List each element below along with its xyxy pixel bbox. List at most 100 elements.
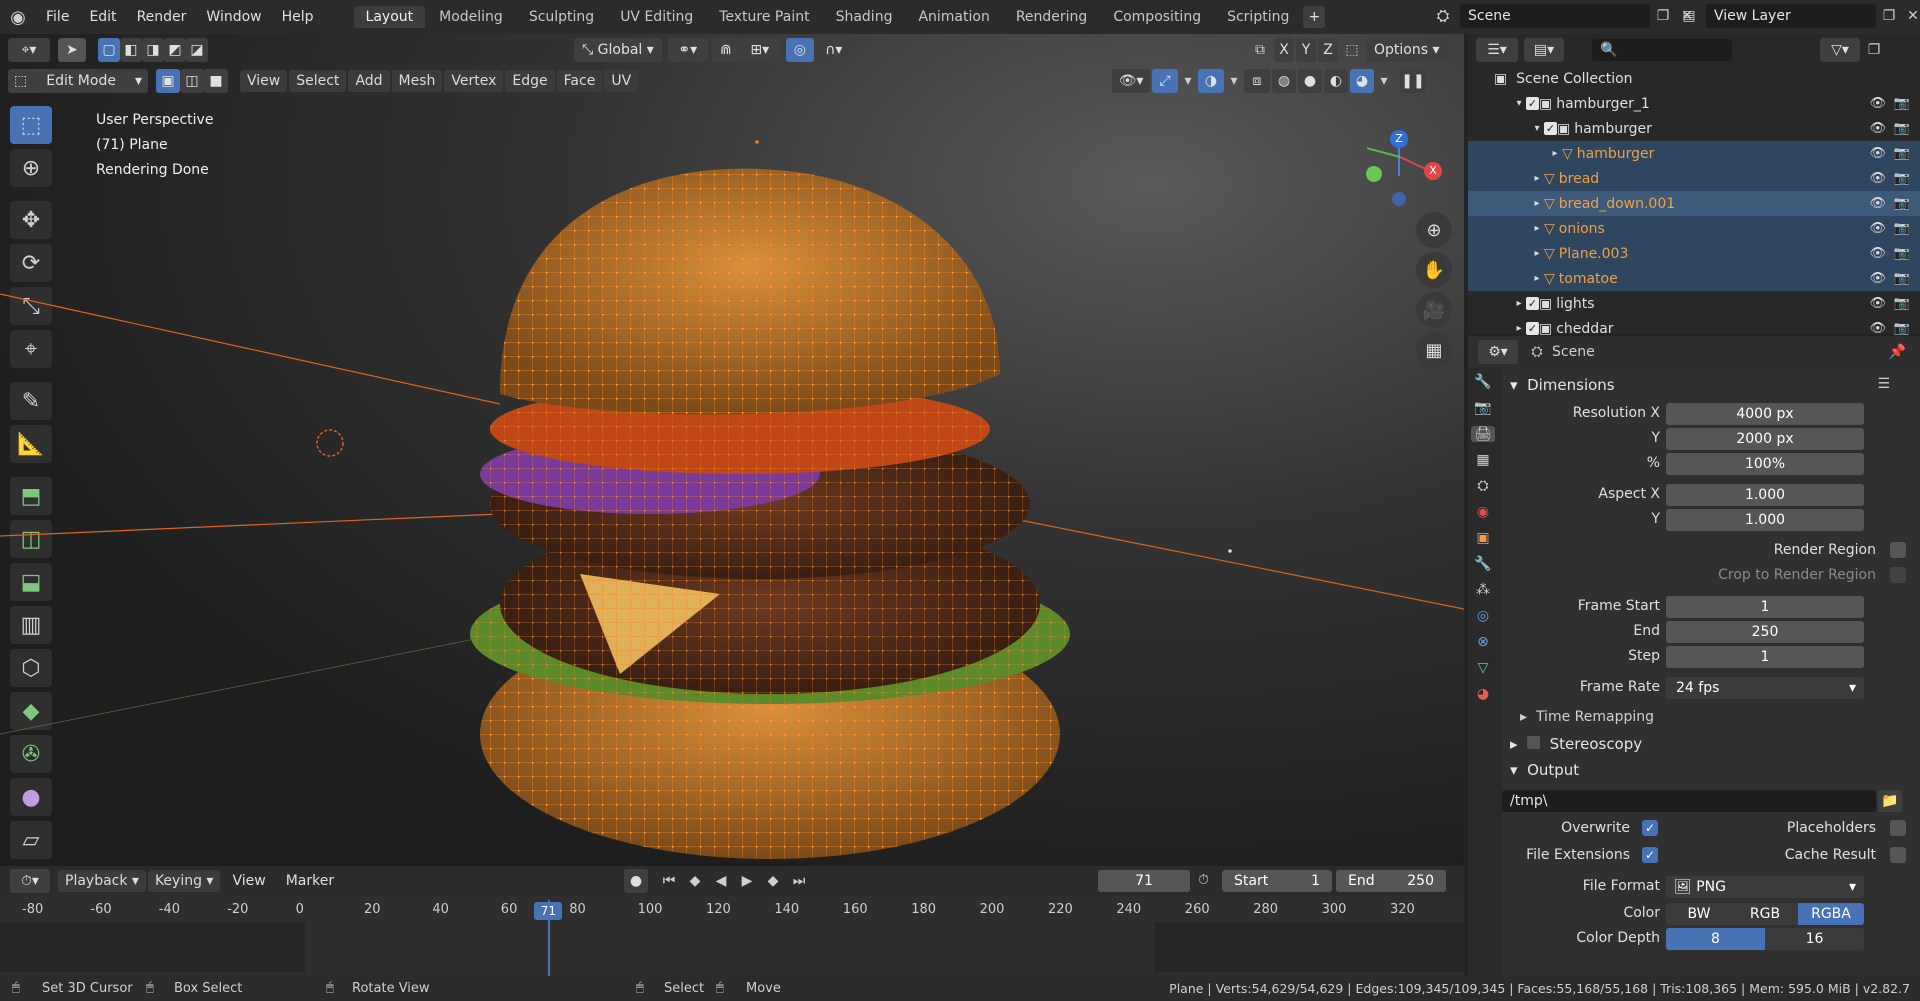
exclude-checkbox[interactable]: ✓ [1544, 122, 1557, 135]
file-extensions-checkbox[interactable]: ✓ [1642, 847, 1658, 863]
outliner-item[interactable]: ▸ ▽ onions 👁 📷 [1468, 216, 1920, 241]
new-collection-icon[interactable]: ❐ [1860, 42, 1888, 58]
render-camera-icon[interactable]: 📷 [1894, 271, 1910, 286]
output-tab-icon[interactable]: 🖨 [1471, 426, 1495, 442]
menu-window[interactable]: Window [196, 9, 271, 25]
play-icon[interactable]: ▶ [736, 873, 758, 889]
color-rgb-button[interactable]: RGB [1732, 903, 1798, 925]
constraints-tab-icon[interactable]: ⊗ [1477, 634, 1489, 650]
aspect-y-field[interactable]: 1.000 [1666, 509, 1864, 531]
outliner-item[interactable]: ▸ ▽ tomatoe 👁 📷 [1468, 266, 1920, 291]
playhead-frame-label[interactable]: 71 [534, 902, 563, 920]
render-camera-icon[interactable]: 📷 [1894, 196, 1910, 211]
tab-compositing[interactable]: Compositing [1101, 6, 1213, 28]
end-frame-field[interactable]: End 250 [1336, 870, 1446, 892]
jump-start-icon[interactable]: ⏮ [658, 873, 680, 889]
tab-shading[interactable]: Shading [824, 6, 905, 28]
output-path-input[interactable]: /tmp\ [1502, 790, 1876, 812]
tool-tab-icon[interactable]: 🔧 [1474, 374, 1491, 390]
keying-menu[interactable]: Keying ▾ [147, 870, 221, 892]
outliner-item[interactable]: ▸ ✓ ▣ lights 👁 📷 [1468, 291, 1920, 316]
delete-view-layer-icon[interactable]: ✕ [1902, 8, 1920, 24]
dimensions-header[interactable]: ▾ Dimensions [1510, 376, 1615, 394]
tab-scripting[interactable]: Scripting [1215, 6, 1301, 28]
stereoscopy-checkbox[interactable] [1527, 736, 1541, 749]
tab-rendering[interactable]: Rendering [1004, 6, 1100, 28]
record-icon[interactable]: ● [624, 869, 648, 893]
filter-icon[interactable]: ▽▾ [1820, 38, 1860, 62]
tab-animation[interactable]: Animation [906, 6, 1001, 28]
render-camera-icon[interactable]: 📷 [1894, 96, 1910, 111]
timeline-editor[interactable]: ⏱▾ Playback ▾ Keying ▾ View Marker ● ⏮ ◆… [0, 866, 1464, 976]
outliner-item[interactable]: ▸ ▽ bread_down.001 👁 📷 [1468, 191, 1920, 216]
outliner-search-input[interactable]: 🔍 [1592, 39, 1732, 61]
visibility-eye-icon[interactable]: 👁 [1869, 271, 1886, 286]
outliner-item[interactable]: ▸ ▽ Plane.003 👁 📷 [1468, 241, 1920, 266]
folder-icon[interactable]: 📁 [1878, 790, 1902, 812]
render-region-checkbox[interactable] [1890, 542, 1906, 558]
aspect-x-field[interactable]: 1.000 [1666, 484, 1864, 506]
file-format-dropdown[interactable]: 🖼 PNG ▾ [1666, 876, 1864, 898]
stereoscopy-header[interactable]: ▸ Stereoscopy [1510, 735, 1642, 753]
timeline-editor-type-icon[interactable]: ⏱▾ [10, 869, 50, 893]
color-bw-button[interactable]: BW [1666, 903, 1732, 925]
prev-keyframe-icon[interactable]: ◆ [684, 873, 706, 889]
visibility-eye-icon[interactable]: 👁 [1869, 121, 1886, 136]
scene-tab-icon[interactable]: ⛭ [1477, 478, 1488, 494]
display-mode-icon[interactable]: ▤▾ [1524, 38, 1564, 62]
expand-arrow-icon[interactable]: ▸ [1512, 323, 1526, 334]
render-camera-icon[interactable]: 📷 [1894, 121, 1910, 136]
timeline-ruler[interactable]: -80 -60 -40 -20 0 20 40 60 80 100 120 140 160 180 200 2… [0, 900, 1464, 922]
play-reverse-icon[interactable]: ◀ [710, 873, 732, 889]
tab-uv-editing[interactable]: UV Editing [608, 6, 705, 28]
jump-end-icon[interactable]: ⏭ [788, 873, 810, 889]
disclosure-icon[interactable]: ▸ [1548, 148, 1562, 159]
modifier-tab-icon[interactable]: 🔧 [1474, 556, 1491, 572]
render-camera-icon[interactable]: 📷 [1894, 296, 1910, 311]
render-camera-icon[interactable]: 📷 [1894, 171, 1910, 186]
scene-name-field[interactable]: Scene [1460, 4, 1650, 28]
outliner-root-row[interactable]: ▣ Scene Collection [1468, 66, 1920, 91]
resolution-y-field[interactable]: 2000 px [1666, 428, 1864, 450]
3d-viewport[interactable]: ⌖▾ ➤ ▢ ◧ ◨ ◩ ◪ ⤡ Global ▾ ⚭▾ ⋒ ⊞▾ ◎ ∩▾ ⧉… [0, 34, 1464, 866]
disclosure-icon[interactable]: ▸ [1530, 248, 1544, 259]
current-frame-field[interactable]: 71 [1098, 870, 1190, 892]
presets-icon[interactable]: ☰ [1877, 376, 1890, 392]
timeline-marker-menu[interactable]: Marker [276, 873, 344, 889]
resolution-pct-field[interactable]: 100% [1666, 453, 1864, 475]
menu-render[interactable]: Render [127, 9, 197, 25]
placeholders-checkbox[interactable] [1890, 820, 1906, 836]
data-tab-icon[interactable]: ▽ [1478, 660, 1489, 676]
outliner-item[interactable]: ▸ ▽ bread 👁 📷 [1468, 166, 1920, 191]
outliner-item[interactable]: ▾ ✓ ▣ hamburger 👁 📷 [1468, 116, 1920, 141]
visibility-eye-icon[interactable]: 👁 [1869, 221, 1886, 236]
disclosure-icon[interactable]: ▸ [1530, 273, 1544, 284]
cache-result-checkbox[interactable] [1890, 847, 1906, 863]
render-tab-icon[interactable]: 📷 [1474, 400, 1491, 416]
world-tab-icon[interactable]: ◉ [1477, 504, 1489, 520]
disclosure-icon[interactable]: ▸ [1530, 173, 1544, 184]
visibility-eye-icon[interactable]: 👁 [1869, 196, 1886, 211]
timeline-track-area[interactable] [0, 922, 1464, 972]
render-camera-icon[interactable]: 📷 [1894, 246, 1910, 261]
properties-editor-type-icon[interactable]: ⚙▾ [1478, 340, 1518, 364]
view-layer-tab-icon[interactable]: ▦ [1476, 452, 1489, 468]
disclosure-icon[interactable]: ▸ [1530, 223, 1544, 234]
new-view-layer-icon[interactable]: ❐ [1876, 8, 1902, 24]
time-remapping-header[interactable]: ▸ Time Remapping [1520, 709, 1654, 725]
color-depth-16-button[interactable]: 16 [1765, 928, 1864, 950]
visibility-eye-icon[interactable]: 👁 [1869, 296, 1886, 311]
view-layer-icon[interactable]: ▤ [1672, 8, 1706, 24]
color-rgba-button[interactable]: RGBA [1798, 903, 1864, 925]
blender-logo-icon[interactable]: ◉ [0, 7, 36, 28]
tab-sculpting[interactable]: Sculpting [517, 6, 606, 28]
expand-arrow-icon[interactable]: ▸ [1512, 298, 1526, 309]
visibility-eye-icon[interactable]: 👁 [1869, 246, 1886, 261]
render-camera-icon[interactable]: 📷 [1894, 321, 1910, 336]
exclude-checkbox[interactable]: ✓ [1526, 322, 1539, 335]
menu-edit[interactable]: Edit [79, 9, 126, 25]
view-layer-field[interactable]: View Layer [1706, 4, 1876, 28]
object-tab-icon[interactable]: ▣ [1476, 530, 1489, 546]
exclude-checkbox[interactable]: ✓ [1526, 97, 1539, 110]
disclosure-icon[interactable]: ▸ [1530, 198, 1544, 209]
